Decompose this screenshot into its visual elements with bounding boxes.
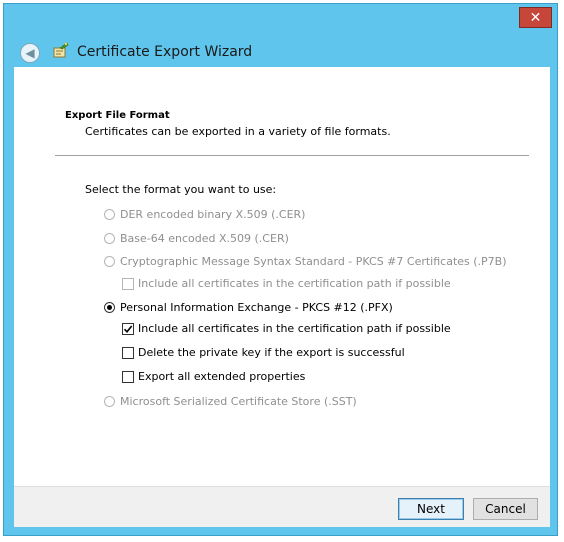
checkbox-label: Export all extended properties [138,370,306,383]
checkbox-export-extended-properties[interactable]: Export all extended properties [122,370,305,383]
checkbox-p7b-include-all[interactable]: Include all certificates in the certific… [122,277,451,290]
radio-circle [104,209,115,220]
radio-sst[interactable]: Microsoft Serialized Certificate Store (… [104,395,357,408]
certificate-wizard-icon [52,42,70,60]
radio-circle [104,396,115,407]
checkbox-box [122,346,134,359]
wizard-footer: Next Cancel [14,486,550,527]
close-icon: ✕ [529,9,542,26]
radio-circle [104,233,115,244]
next-button[interactable]: Next [398,498,464,520]
radio-label: Base-64 encoded X.509 (.CER) [120,232,289,245]
radio-label: Cryptographic Message Syntax Standard - … [120,255,507,268]
radio-circle [104,302,115,313]
checkbox-box [122,322,134,335]
checkbox-box [122,370,134,383]
checkbox-pfx-include-all[interactable]: Include all certificates in the certific… [122,322,451,335]
format-prompt: Select the format you want to use: [85,183,277,196]
radio-circle [104,256,115,267]
close-button[interactable]: ✕ [519,7,552,28]
cancel-button[interactable]: Cancel [473,498,538,520]
checkbox-label: Include all certificates in the certific… [138,277,451,290]
section-title: Export File Format [65,110,170,121]
radio-p7b[interactable]: Cryptographic Message Syntax Standard - … [104,255,507,268]
radio-label: Microsoft Serialized Certificate Store (… [120,395,357,408]
wizard-window: ✕ ◀ Certificate Export Wizard Export Fil… [3,3,558,536]
checkbox-box [122,277,134,290]
checkbox-label: Delete the private key if the export is … [138,346,405,359]
radio-der[interactable]: DER encoded binary X.509 (.CER) [104,208,305,221]
header-divider [55,155,529,156]
checkbox-delete-private-key[interactable]: Delete the private key if the export is … [122,346,405,359]
wizard-content: Export File Format Certificates can be e… [14,67,550,486]
radio-label: Personal Information Exchange - PKCS #12… [120,301,393,314]
checkbox-label: Include all certificates in the certific… [138,322,451,335]
back-arrow-icon: ◀ [25,46,35,60]
window-title: Certificate Export Wizard [77,44,253,60]
section-subtitle: Certificates can be exported in a variet… [85,125,391,138]
checkmark-icon [123,324,133,333]
radio-base64[interactable]: Base-64 encoded X.509 (.CER) [104,232,289,245]
radio-pfx[interactable]: Personal Information Exchange - PKCS #12… [104,301,393,314]
radio-label: DER encoded binary X.509 (.CER) [120,208,306,221]
back-button[interactable]: ◀ [20,43,40,63]
